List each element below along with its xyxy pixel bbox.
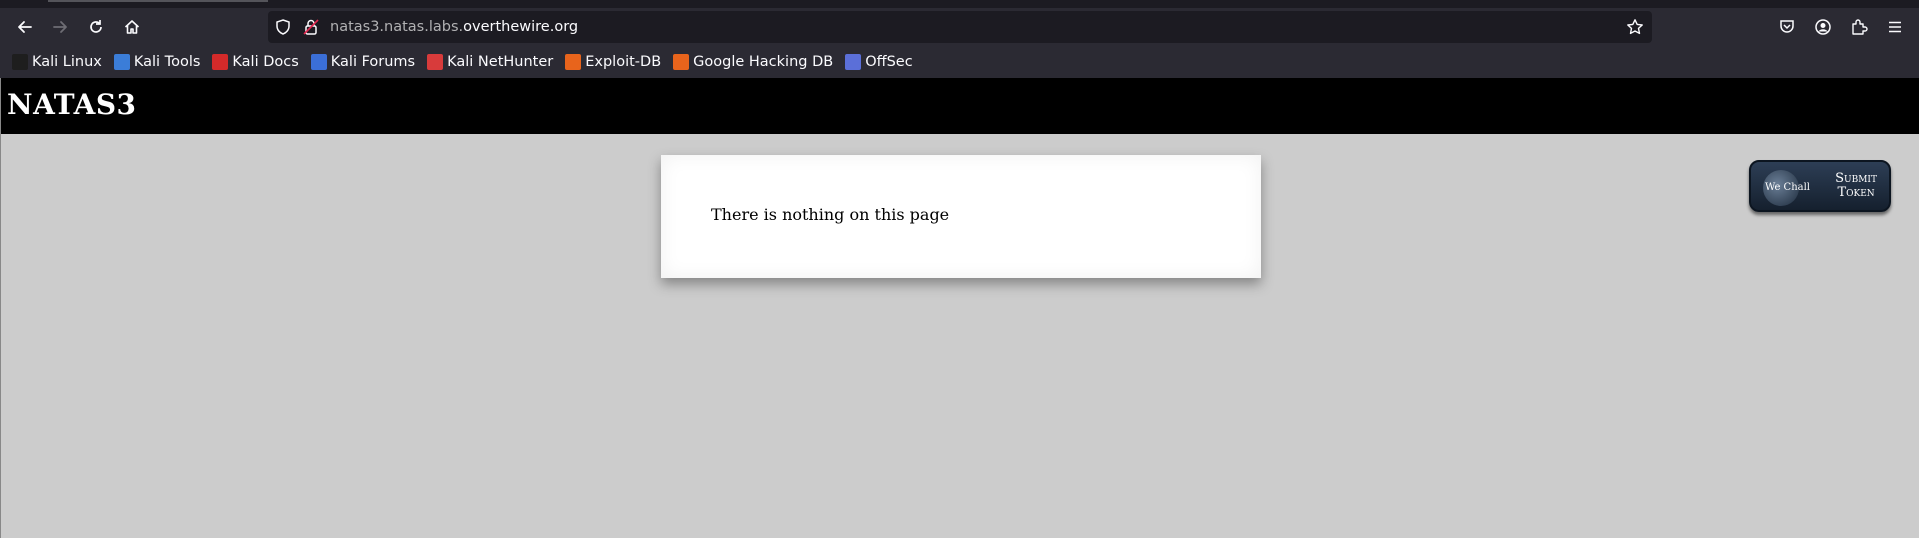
forward-arrow-icon bbox=[53, 21, 67, 33]
hamburger-menu-icon bbox=[1889, 21, 1901, 33]
extensions-button[interactable] bbox=[1846, 14, 1872, 40]
url-text[interactable]: natas3.natas.labs.overthewire.org bbox=[330, 11, 578, 43]
bookmarks-toolbar: Kali Linux Kali Tools Kali Docs Kali For… bbox=[0, 46, 1919, 78]
submit-label-line1: Submit bbox=[1835, 171, 1877, 186]
bookmark-offsec[interactable]: OffSec bbox=[845, 54, 913, 70]
kali-tools-favicon-icon bbox=[113, 54, 130, 70]
home-icon bbox=[124, 20, 140, 34]
url-domain: overthewire.org bbox=[463, 19, 579, 35]
bookmark-label: OffSec bbox=[865, 54, 913, 70]
back-arrow-icon bbox=[18, 21, 32, 33]
home-button[interactable] bbox=[119, 14, 145, 40]
bookmark-label: Kali Forums bbox=[330, 54, 416, 70]
bookmark-label: Kali NetHunter bbox=[447, 54, 554, 70]
bookmark-label: Google Hacking DB bbox=[693, 54, 834, 70]
google-hacking-db-favicon-icon bbox=[673, 54, 690, 70]
bookmark-kali-forums[interactable]: Kali Forums bbox=[310, 54, 416, 70]
web-page: NATAS3 There is nothing on this page We … bbox=[0, 78, 1919, 538]
url-subdomain: natas3.natas.labs. bbox=[330, 19, 464, 35]
content-card: There is nothing on this page bbox=[661, 155, 1261, 278]
navigation-toolbar: natas3.natas.labs.overthewire.org bbox=[0, 8, 1919, 46]
active-tab-indicator bbox=[48, 0, 268, 2]
bookmark-google-hacking-db[interactable]: Google Hacking DB bbox=[673, 54, 833, 70]
reload-button[interactable] bbox=[83, 14, 109, 40]
bookmark-kali-docs[interactable]: Kali Docs bbox=[212, 54, 299, 70]
kali-linux-favicon-icon bbox=[12, 54, 28, 70]
account-icon bbox=[1815, 19, 1831, 35]
pocket-icon bbox=[1780, 20, 1794, 33]
back-button[interactable] bbox=[12, 14, 38, 40]
puzzle-piece-icon bbox=[1852, 19, 1868, 35]
wechall-brand: We Chall bbox=[1765, 182, 1811, 193]
account-button[interactable] bbox=[1810, 14, 1836, 40]
reload-icon bbox=[90, 20, 102, 33]
wechall-submit-token-button[interactable]: We Chall Submit Token bbox=[1749, 160, 1891, 212]
kali-nethunter-favicon-icon bbox=[427, 54, 444, 70]
menu-button[interactable] bbox=[1882, 14, 1908, 40]
page-message: There is nothing on this page bbox=[711, 205, 950, 224]
pocket-button[interactable] bbox=[1774, 14, 1800, 40]
bookmark-label: Kali Tools bbox=[133, 54, 201, 70]
bookmark-label: Kali Docs bbox=[232, 54, 299, 70]
bookmark-star-icon[interactable] bbox=[1626, 18, 1644, 36]
submit-token-label: Submit Token bbox=[1835, 172, 1877, 200]
bookmark-label: Kali Linux bbox=[32, 54, 102, 70]
exploit-db-favicon-icon bbox=[565, 54, 582, 70]
page-header: NATAS3 bbox=[1, 78, 1919, 134]
insecure-lock-icon[interactable] bbox=[302, 18, 320, 36]
bookmark-kali-tools[interactable]: Kali Tools bbox=[113, 54, 201, 70]
bookmark-kali-linux[interactable]: Kali Linux bbox=[12, 54, 102, 70]
bookmark-kali-nethunter[interactable]: Kali NetHunter bbox=[427, 54, 553, 70]
forward-button[interactable] bbox=[47, 14, 73, 40]
kali-docs-favicon-icon bbox=[212, 54, 229, 70]
tracking-protection-shield-icon[interactable] bbox=[274, 18, 292, 36]
kali-forums-favicon-icon bbox=[310, 54, 327, 70]
submit-label-line2: Token bbox=[1837, 185, 1875, 200]
offsec-favicon-icon bbox=[845, 54, 862, 70]
bookmark-label: Exploit-DB bbox=[585, 54, 662, 70]
url-bar[interactable]: natas3.natas.labs.overthewire.org bbox=[268, 11, 1652, 43]
page-title: NATAS3 bbox=[7, 88, 137, 121]
tab-strip bbox=[0, 0, 1919, 8]
bookmark-exploit-db[interactable]: Exploit-DB bbox=[565, 54, 661, 70]
